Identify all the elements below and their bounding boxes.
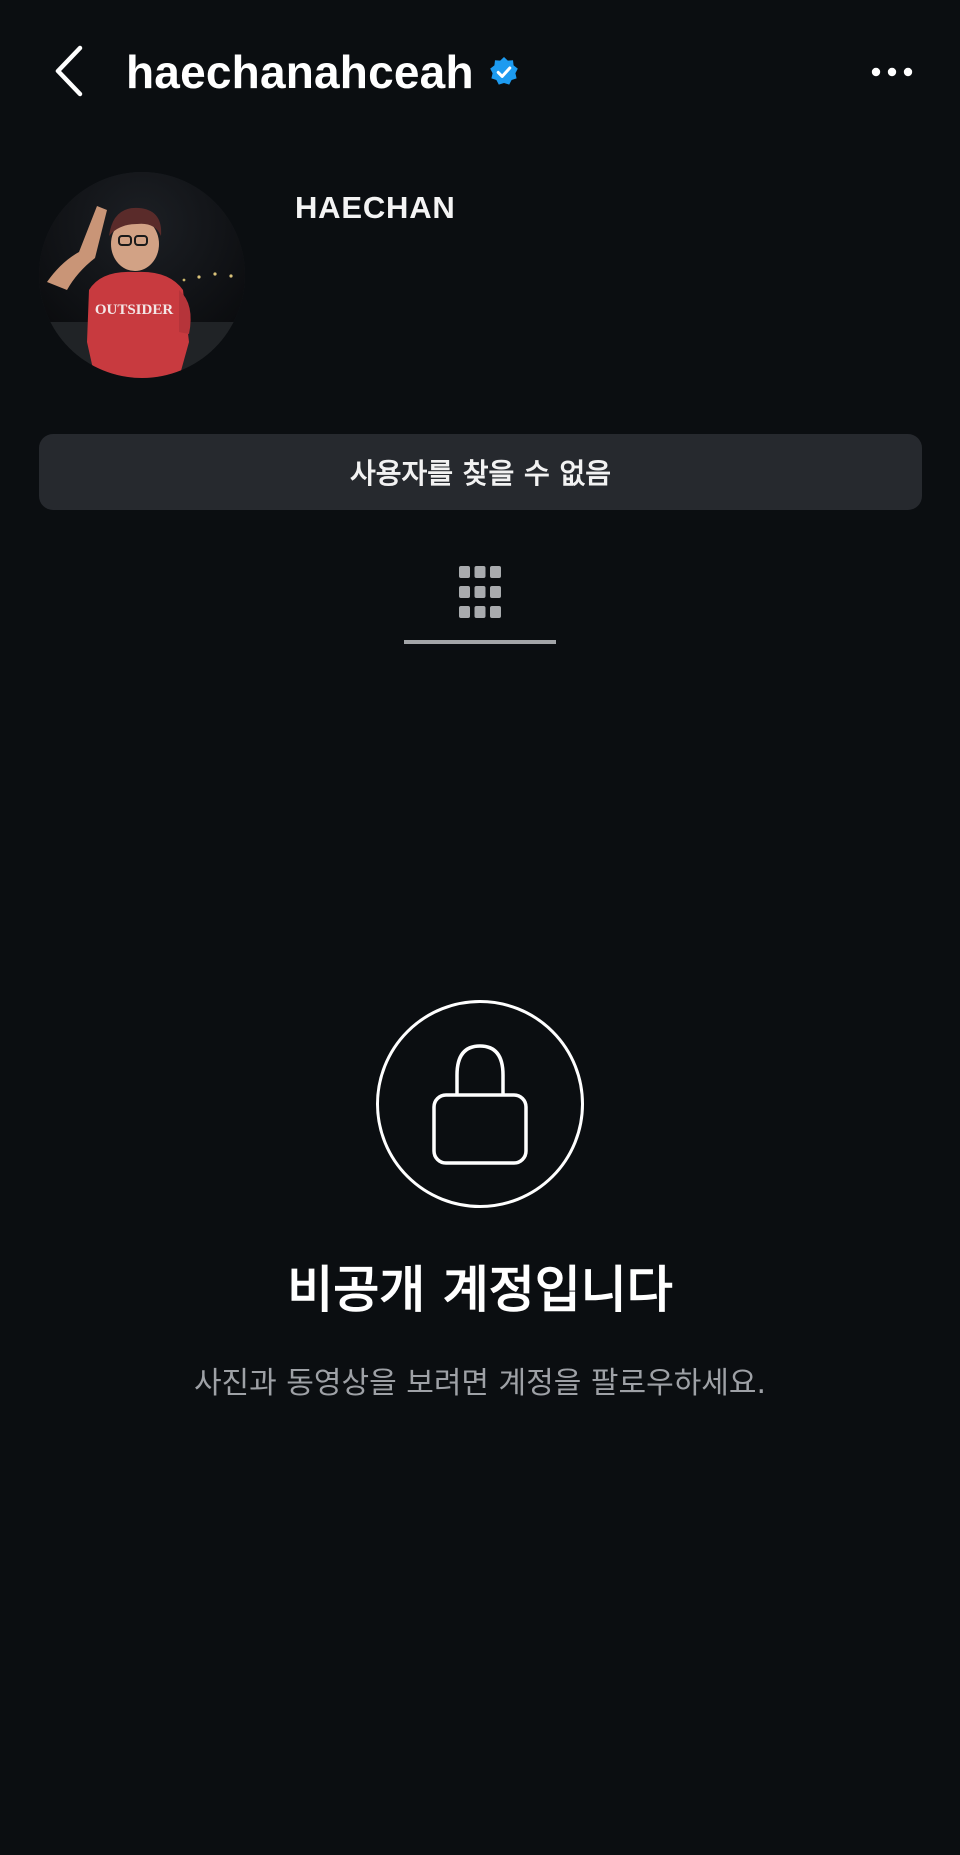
avatar-photo: OUTSIDER [39, 172, 245, 378]
lock-icon [432, 1044, 528, 1165]
more-options-button[interactable] [864, 50, 920, 94]
verified-badge-icon [489, 57, 518, 85]
grid-icon [459, 566, 501, 618]
profile-avatar[interactable]: OUTSIDER [39, 172, 245, 378]
private-account-subtitle: 사진과 동영상을 보려면 계정을 팔로우하세요. [193, 1366, 767, 1401]
chevron-left-icon [55, 45, 83, 97]
profile-header: haechanahceah [126, 40, 520, 104]
display-name: HAECHAN [295, 190, 456, 225]
top-navigation-bar: haechanahceah [0, 0, 960, 142]
private-account-title: 비공개 계정입니다 [287, 1261, 673, 1319]
tab-posts-grid[interactable] [404, 552, 556, 644]
more-horizontal-icon [871, 67, 913, 77]
username: haechanahceah [126, 46, 474, 98]
active-tab-indicator [404, 640, 556, 644]
user-not-found-button[interactable]: 사용자를 찾을 수 없음 [39, 434, 922, 510]
lock-badge [376, 1000, 584, 1208]
avatar-shirt-text: OUTSIDER [95, 302, 174, 318]
back-button[interactable] [38, 36, 98, 106]
